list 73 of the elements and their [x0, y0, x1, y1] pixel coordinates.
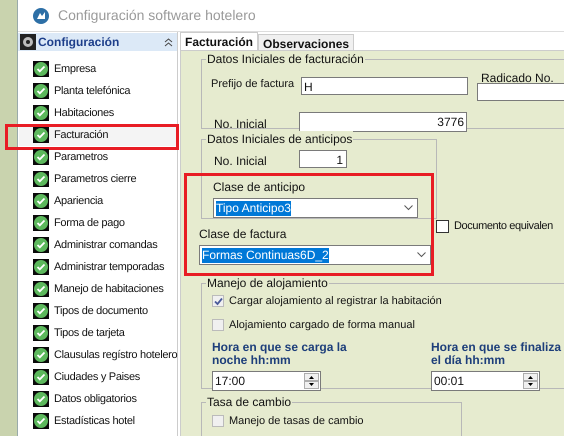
- sidebar-item[interactable]: Parametros: [19, 146, 177, 168]
- field-label: Prefijo de factura: [211, 77, 296, 92]
- sidebar-item[interactable]: Clausulas regístro hotelero: [19, 344, 177, 366]
- text-field[interactable]: 1: [299, 150, 347, 168]
- field-label: No. Inicial: [213, 116, 268, 133]
- checkbox[interactable]: [212, 318, 224, 331]
- dropdown[interactable]: Tipo Anticipo3: [213, 198, 418, 218]
- gear-icon: [20, 34, 36, 50]
- sidebar-item[interactable]: Ciudades y Paises: [19, 366, 177, 388]
- sidebar-item[interactable]: Tipos de documento: [19, 300, 177, 322]
- check-circle-icon: [33, 259, 49, 275]
- window-title: Configuración software hotelero: [58, 6, 256, 25]
- check-circle-icon: [33, 413, 49, 429]
- dropdown[interactable]: Formas Continuas6D_2: [199, 245, 431, 265]
- sidebar-item[interactable]: Administrar temporadas: [19, 256, 177, 278]
- check-circle-icon: [33, 61, 49, 77]
- checkbox[interactable]: [212, 295, 224, 308]
- check-circle-icon: [33, 347, 49, 363]
- sidebar-item[interactable]: Estadísticas hotel: [19, 410, 177, 432]
- check-circle-icon: [33, 83, 49, 99]
- sidebar-item[interactable]: Datos obligatorios: [19, 388, 177, 410]
- time-label: Hora en que se carga la noche hh:mm: [212, 341, 348, 367]
- chevron-down-icon: [404, 205, 413, 211]
- checkbox-label: Documento equivalen: [454, 219, 553, 234]
- check-circle-icon: [33, 369, 49, 385]
- tab[interactable]: Facturación: [180, 32, 258, 50]
- field-label: No. Inicial: [213, 153, 268, 170]
- spin-down-icon[interactable]: [304, 381, 319, 389]
- field-label: Clase de factura: [199, 226, 288, 243]
- text-field[interactable]: H: [301, 77, 468, 95]
- text-field[interactable]: [477, 83, 564, 101]
- chevron-down-icon: [417, 252, 426, 258]
- tab[interactable]: Observaciones: [258, 34, 354, 50]
- check-circle-icon: [33, 303, 49, 319]
- sidebar-item[interactable]: Empresa: [19, 58, 177, 80]
- check-circle-icon: [33, 237, 49, 253]
- checkmark-icon: [214, 296, 222, 306]
- time-field[interactable]: 17:00: [212, 371, 321, 391]
- check-circle-icon: [33, 127, 49, 143]
- checkbox[interactable]: [436, 220, 449, 233]
- check-circle-icon: [33, 149, 49, 165]
- check-circle-icon: [33, 215, 49, 231]
- check-circle-icon: [33, 171, 49, 187]
- check-circle-icon: [33, 325, 49, 341]
- spin-down-icon[interactable]: [523, 381, 538, 389]
- check-circle-icon: [33, 281, 49, 297]
- sidebar-item[interactable]: Planta telefónica: [19, 80, 177, 102]
- check-circle-icon: [33, 391, 49, 407]
- sidebar-item[interactable]: Apariencia: [19, 190, 177, 212]
- checkbox-label: Alojamiento cargado de forma manual: [229, 318, 415, 332]
- spin-up-icon[interactable]: [523, 373, 538, 381]
- group-title: Datos Iniciales de anticipos: [206, 131, 354, 147]
- checkbox[interactable]: [212, 415, 224, 428]
- sidebar-item[interactable]: Tipos de tarjeta: [19, 322, 177, 344]
- field-label: Clase de anticipo: [213, 179, 306, 196]
- sidebar-item[interactable]: Forma de pago: [19, 212, 177, 234]
- spin-up-icon[interactable]: [304, 373, 319, 381]
- checkbox-label: Manejo de tasas de cambio: [229, 414, 364, 429]
- sidebar-item[interactable]: Parametros cierre: [19, 168, 177, 190]
- check-circle-icon: [33, 105, 49, 121]
- time-field[interactable]: 00:01: [431, 371, 540, 391]
- text-field[interactable]: 3776: [299, 112, 467, 132]
- app-icon: [32, 6, 50, 24]
- sidebar-item[interactable]: Manejo de habitaciones: [19, 278, 177, 300]
- check-circle-icon: [33, 193, 49, 209]
- checkbox-label: Cargar alojamiento al registrar la habitación: [229, 294, 442, 309]
- sidebar-header[interactable]: Configuración: [18, 33, 177, 51]
- sidebar-item[interactable]: Administrar comandas: [19, 234, 177, 256]
- group-title: Manejo de alojamiento: [206, 275, 329, 291]
- time-label: Hora en que se finaliza el día hh:mm: [431, 341, 562, 367]
- sidebar-item[interactable]: Habitaciones: [19, 102, 177, 124]
- collapse-icon: [164, 38, 173, 46]
- field-label: Radicado No.: [480, 70, 555, 87]
